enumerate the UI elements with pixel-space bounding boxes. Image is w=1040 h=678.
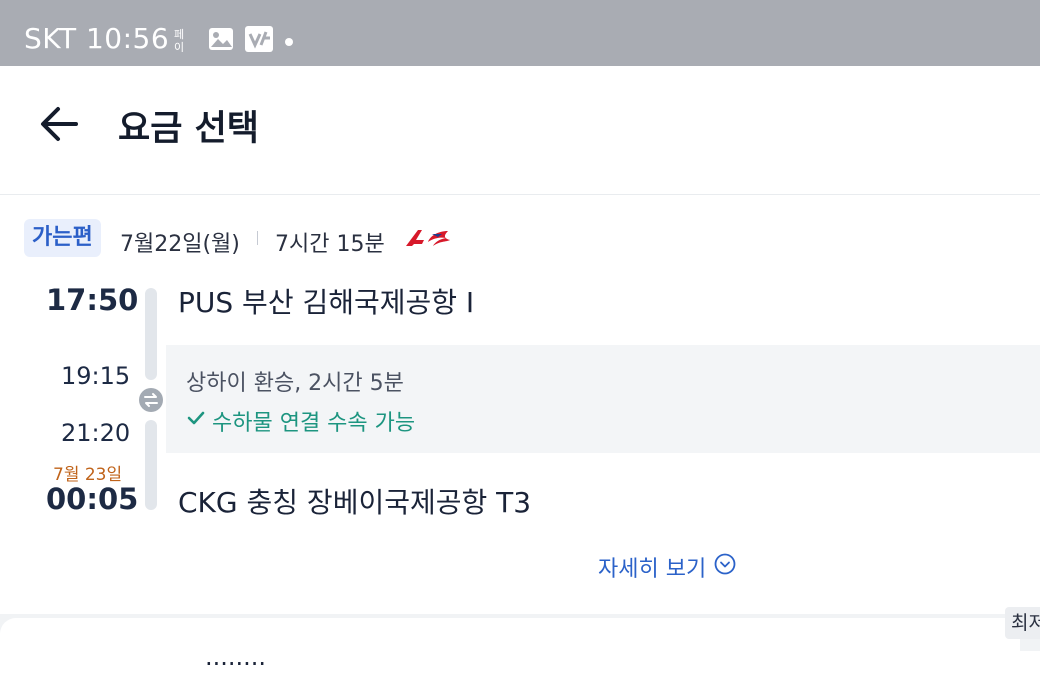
summary-divider <box>257 231 258 245</box>
layover-arrival-time: 19:15 <box>61 362 131 390</box>
china-eastern-logo-icon <box>402 226 452 254</box>
svg-text:페: 페 <box>174 28 184 41</box>
arrow-left-icon[interactable] <box>36 100 84 148</box>
check-icon <box>186 408 206 434</box>
layover-info: 상하이 환승, 2시간 5분 <box>186 371 404 396</box>
layover-departure-time: 21:20 <box>61 419 131 447</box>
status-icons: 페이 <box>174 26 294 56</box>
total-duration: 7시간 15분 <box>275 232 385 257</box>
svg-text:이: 이 <box>174 41 184 52</box>
details-link[interactable]: 자세히 보기 <box>598 551 736 583</box>
status-bar: SKT 10:56 페이 <box>0 0 1040 66</box>
dot-icon <box>284 32 294 51</box>
chevron-down-circle-icon <box>714 553 736 581</box>
timeline-segment-1 <box>145 288 157 380</box>
transfer-icon <box>139 388 163 412</box>
app-header: 요금 선택 <box>0 66 1040 195</box>
layover-box: 상하이 환승, 2시간 5분 수하물 연결 수속 가능 <box>166 345 1040 453</box>
gallery-icon <box>208 27 234 55</box>
next-card-text: ········ <box>205 650 267 678</box>
departure-time: 17:50 <box>46 283 139 317</box>
timeline-segment-2 <box>145 420 157 510</box>
carrier-time: SKT 10:56 <box>24 22 170 55</box>
baggage-note: 수하물 연결 수속 가능 <box>186 405 415 437</box>
vpn-icon <box>244 25 274 57</box>
journey-card: 가는편 7월22일(월) 7시간 15분 17:50 19:15 21:20 7… <box>0 195 1040 615</box>
page-title: 요금 선택 <box>118 109 259 149</box>
arrival-time: 00:05 <box>46 482 139 516</box>
baggage-note-text: 수하물 연결 수속 가능 <box>212 411 416 436</box>
details-link-label: 자세히 보기 <box>598 557 707 582</box>
pay-icon: 페이 <box>174 26 198 56</box>
direction-badge: 가는편 <box>24 219 101 257</box>
departure-date: 7월22일(월) <box>120 232 240 257</box>
lowest-price-chip[interactable]: 최저 <box>1005 607 1040 639</box>
departure-airport: PUS 부산 김해국제공항 I <box>178 286 475 319</box>
arrival-airport: CKG 충칭 장베이국제공항 T3 <box>178 486 532 519</box>
next-fare-card[interactable]: ········ <box>0 618 1020 678</box>
